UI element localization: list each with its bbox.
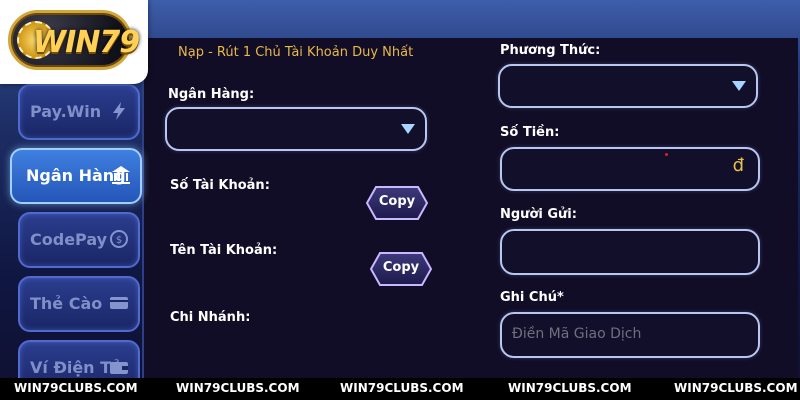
sender-input[interactable]	[500, 229, 760, 275]
copy-account-number-button[interactable]: Copy	[366, 186, 428, 220]
account-name-label: Tên Tài Khoản:	[170, 243, 278, 258]
sender-label: Người Gửi:	[500, 207, 577, 222]
footer-watermark: WIN79CLUBS.COM	[340, 381, 464, 395]
sidebar-item-the-cao[interactable]: Thẻ Cào	[18, 276, 140, 332]
sidebar-item-label: CodePay	[30, 230, 108, 249]
branch-label: Chi Nhánh:	[170, 310, 251, 325]
account-number-label: Số Tài Khoản:	[170, 178, 270, 193]
coin-icon: $	[108, 228, 130, 250]
logo: WIN79	[0, 0, 148, 84]
sidebar-item-ngan-hang[interactable]: Ngân Hàng	[10, 148, 142, 204]
wallet-icon	[108, 356, 130, 378]
footer-watermark: WIN79CLUBS.COM	[674, 381, 798, 395]
sidebar-item-label: Pay.Win	[30, 102, 102, 121]
amount-label: Số Tiền:	[500, 125, 560, 140]
footer-watermark: WIN79CLUBS.COM	[508, 381, 632, 395]
copy-account-name-button[interactable]: Copy	[370, 252, 432, 286]
method-select[interactable]	[498, 64, 758, 108]
logo-badge: WIN79	[8, 10, 140, 70]
payment-method-sidebar: Pay.Win Ngân Hàng CodePay $ Thẻ Cào Ví Đ…	[0, 84, 145, 396]
sidebar-item-codepay[interactable]: CodePay $	[18, 212, 140, 268]
logo-text: WIN79	[33, 25, 140, 60]
bank-select[interactable]	[165, 107, 427, 151]
bank-label: Ngân Hàng:	[168, 87, 255, 102]
currency-symbol: đ	[732, 155, 744, 176]
copy-button-label: Copy	[378, 194, 416, 209]
amount-input[interactable]: đ	[500, 147, 760, 191]
footer-watermark-bar: WIN79CLUBS.COM WIN79CLUBS.COM WIN79CLUBS…	[0, 378, 800, 400]
note-label: Ghi Chú*	[500, 290, 564, 305]
chevron-down-icon	[401, 124, 415, 134]
note-input[interactable]: Điền Mã Giao Dịch	[500, 312, 760, 358]
svg-text:$: $	[116, 235, 122, 246]
lightning-icon	[108, 100, 130, 122]
sidebar-item-paywin[interactable]: Pay.Win	[18, 84, 140, 140]
footer-watermark: WIN79CLUBS.COM	[14, 381, 138, 395]
cursor-marker	[665, 153, 668, 156]
copy-button-label: Copy	[382, 260, 420, 275]
chevron-down-icon	[732, 81, 746, 91]
footer-watermark: WIN79CLUBS.COM	[176, 381, 300, 395]
single-account-notice: Nạp - Rút 1 Chủ Tài Khoản Duy Nhất	[178, 45, 414, 60]
sidebar-item-label: Thẻ Cào	[30, 294, 103, 313]
bank-icon	[110, 164, 132, 186]
note-placeholder: Điền Mã Giao Dịch	[512, 326, 642, 342]
card-icon	[108, 292, 130, 314]
method-label: Phương Thức:	[500, 43, 601, 58]
